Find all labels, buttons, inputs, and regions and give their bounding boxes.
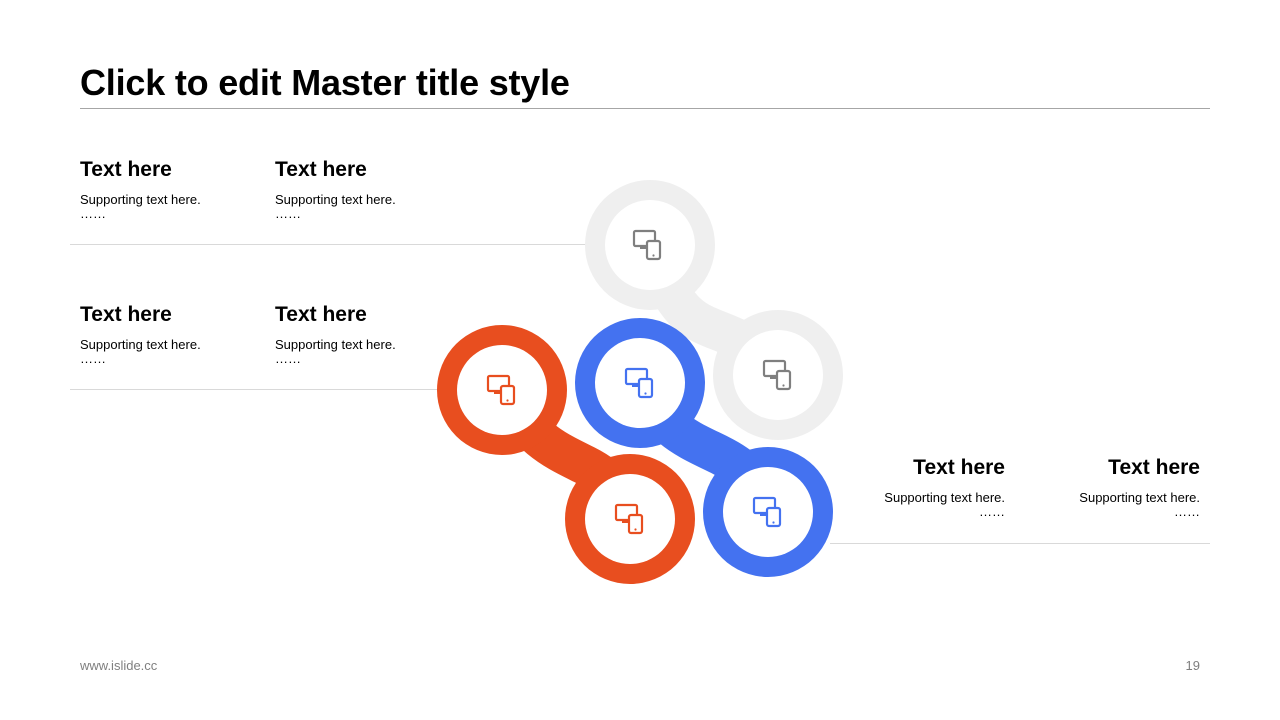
footer-url[interactable]: www.islide.cc [80,658,157,673]
linked-rings-diagram [437,180,843,584]
page-number: 19 [1185,658,1200,673]
